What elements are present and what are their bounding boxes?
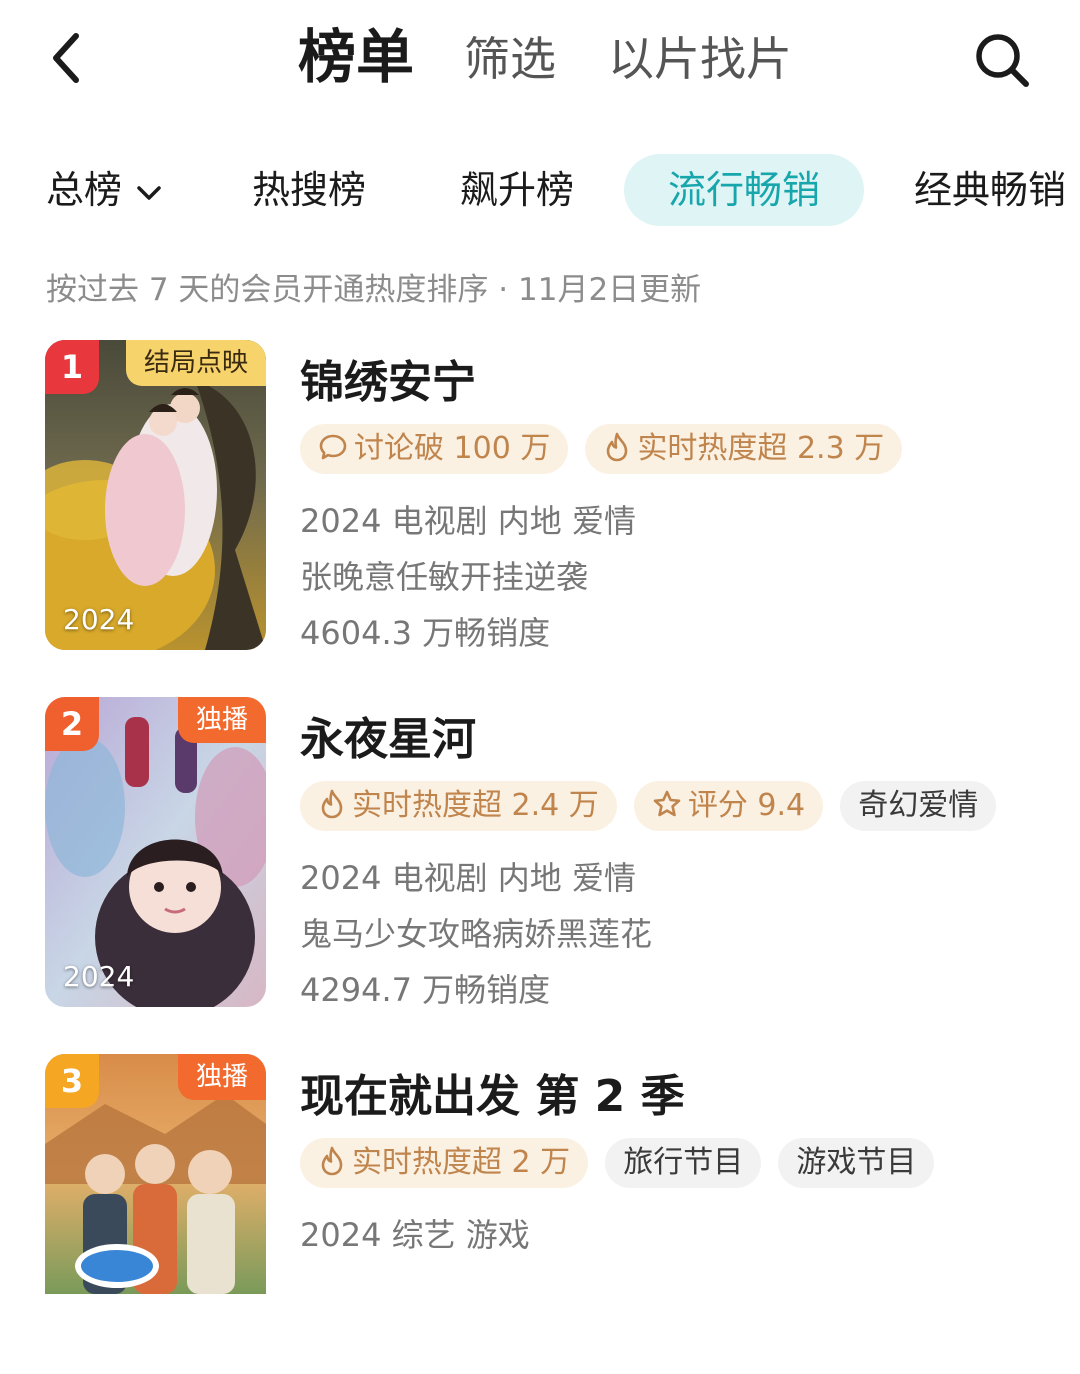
rank-badge: 3: [45, 1054, 99, 1108]
back-button[interactable]: [44, 28, 92, 88]
category-hot-search[interactable]: 热搜榜: [252, 154, 366, 226]
flame-icon: [321, 789, 343, 818]
poster-image[interactable]: 3 独播: [45, 1054, 266, 1294]
category-rising[interactable]: 飙升榜: [460, 154, 574, 226]
item-sales: 4294.7 万畅销度: [300, 971, 551, 1009]
top-bar: 榜单 筛选 以片找片: [0, 0, 1080, 120]
rank-badge: 2: [45, 697, 99, 751]
item-title[interactable]: 锦绣安宁: [300, 346, 476, 410]
list-item[interactable]: 1 结局点映 2024 锦绣安宁 讨论破 100 万 实时热度超 2.3 万 2…: [0, 340, 1080, 660]
item-title[interactable]: 现在就出发 第 2 季: [300, 1060, 685, 1124]
tag-heat: 实时热度超 2.4 万: [300, 781, 617, 831]
tab-find-by-film[interactable]: 以片找片: [608, 24, 792, 94]
flame-icon: [321, 1146, 343, 1175]
poster-year: 2024: [63, 603, 135, 636]
tag-text: 实时热度超 2.3 万: [637, 431, 885, 466]
tag-discussion: 讨论破 100 万: [300, 424, 569, 474]
tag-text: 讨论破 100 万: [354, 431, 551, 466]
status-badge: 结局点映: [125, 340, 266, 386]
tag-genre[interactable]: 奇幻爱情: [840, 781, 997, 831]
ranking-description: 按过去 7 天的会员开通热度排序 · 11月2日更新: [46, 272, 702, 308]
rank-badge: 1: [45, 340, 99, 394]
tag-heat: 实时热度超 2 万: [300, 1138, 589, 1188]
item-info: 2024 电视剧 内地 爱情: [300, 502, 636, 540]
status-badge: 独播: [177, 697, 266, 743]
poster-image[interactable]: 2 独播 2024: [45, 697, 266, 1007]
category-tabs: 总榜 热搜榜 飙升榜 流行畅销 经典畅销: [0, 150, 1080, 230]
chevron-left-icon: [53, 33, 79, 83]
tag-text: 实时热度超 2 万: [352, 1145, 571, 1180]
star-icon: [653, 790, 681, 816]
tag-text: 评分 9.4: [687, 788, 806, 823]
item-info: 2024 电视剧 内地 爱情: [300, 859, 636, 897]
status-badge: 独播: [177, 1054, 266, 1100]
item-title[interactable]: 永夜星河: [300, 703, 476, 767]
category-all[interactable]: 总榜: [46, 154, 162, 226]
comment-icon: [319, 434, 347, 459]
search-icon: [976, 34, 1029, 87]
poster-image[interactable]: 1 结局点映 2024: [45, 340, 266, 650]
tag-list: 实时热度超 2 万 旅行节目 游戏节目: [300, 1138, 946, 1188]
tag-list: 实时热度超 2.4 万 评分 9.4 奇幻爱情: [300, 781, 1008, 831]
tab-rankings[interactable]: 榜单: [298, 22, 414, 92]
item-sales: 4604.3 万畅销度: [300, 614, 551, 652]
tag-genre[interactable]: 旅行节目: [605, 1138, 762, 1188]
tag-list: 讨论破 100 万 实时热度超 2.3 万: [300, 424, 914, 474]
list-item[interactable]: 2 独播 2024 永夜星河 实时热度超 2.4 万 评分 9.4 奇幻爱情 2…: [0, 697, 1080, 1017]
tag-text: 实时热度超 2.4 万: [352, 788, 599, 823]
tag-heat: 实时热度超 2.3 万: [585, 424, 903, 474]
tag-genre[interactable]: 游戏节目: [778, 1138, 935, 1188]
list-item[interactable]: 3 独播 现在就出发 第 2 季 实时热度超 2 万 旅行节目 游戏节目 202…: [0, 1054, 1080, 1374]
item-description: 张晚意任敏开挂逆袭: [300, 558, 589, 596]
category-label: 总榜: [46, 168, 123, 212]
tab-filter[interactable]: 筛选: [464, 24, 556, 94]
tag-rating: 评分 9.4: [633, 781, 824, 831]
category-popular-sales[interactable]: 流行畅销: [624, 154, 865, 226]
poster-year: 2024: [63, 960, 135, 993]
category-classic-sales[interactable]: 经典畅销: [914, 154, 1066, 226]
item-info: 2024 综艺 游戏: [300, 1216, 530, 1254]
flame-icon: [607, 432, 628, 461]
chevron-down-icon: [137, 185, 161, 200]
item-description: 鬼马少女攻略病娇黑莲花: [300, 915, 653, 953]
search-button[interactable]: [972, 30, 1032, 90]
